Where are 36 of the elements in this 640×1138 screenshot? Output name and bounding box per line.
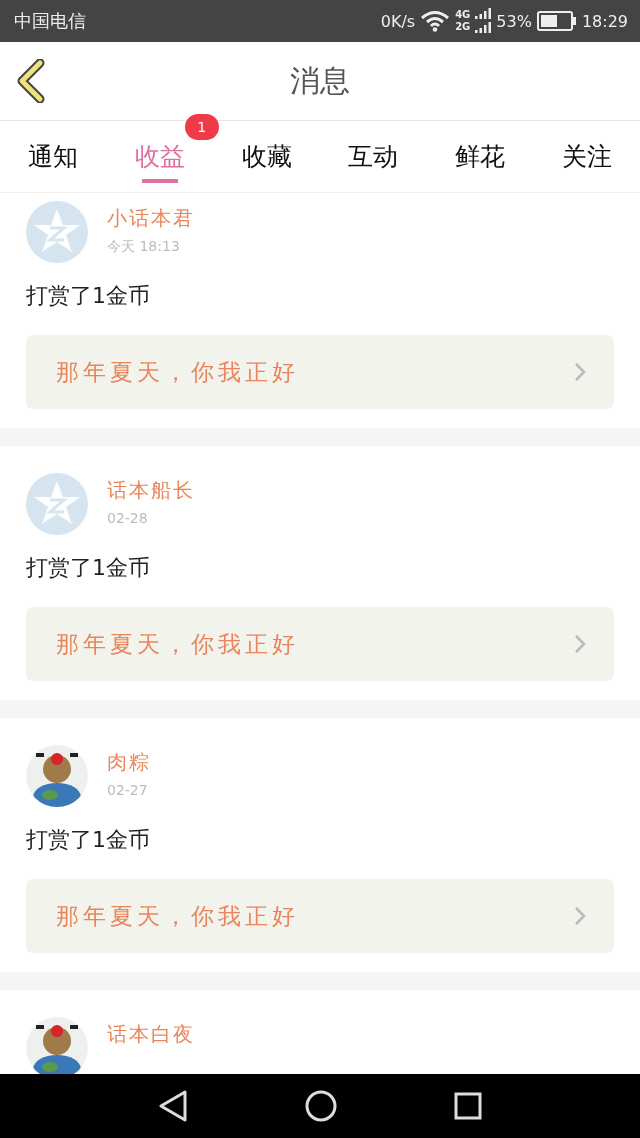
message-time: 02-27 <box>107 782 149 798</box>
tab[interactable]: 收藏 <box>241 121 292 192</box>
story-title: 那年夏天，你我正好 <box>56 901 299 931</box>
default-avatar-icon <box>26 201 88 263</box>
battery-icon <box>536 11 577 31</box>
user-name: 话本船长 <box>107 477 195 504</box>
message-time: 02-28 <box>107 510 149 526</box>
message-time: 今天 18:13 <box>107 238 181 256</box>
carrier-name: 中国电信 <box>14 9 86 33</box>
default-avatar-icon <box>26 473 88 535</box>
back-icon[interactable] <box>158 1090 189 1122</box>
tab[interactable]: 互动 <box>348 121 399 192</box>
recents-icon[interactable] <box>453 1092 482 1120</box>
page-title: 消息 <box>290 61 350 100</box>
chevron-right-icon <box>574 906 586 926</box>
chevron-right-icon <box>574 362 586 382</box>
user-name: 肉粽 <box>107 749 151 776</box>
message-text: 打赏了1金币 <box>26 282 151 310</box>
message-text: 打赏了1金币 <box>26 826 151 854</box>
battery-percent: 53% <box>496 11 532 31</box>
tab[interactable]: 关注 <box>561 121 612 192</box>
tab[interactable]: 通知 <box>28 121 79 192</box>
story-title: 那年夏天，你我正好 <box>56 357 299 387</box>
clock-time: 18:29 <box>581 11 628 31</box>
message-text: 打赏了1金币 <box>26 554 151 582</box>
signal-icon <box>475 8 492 34</box>
home-icon[interactable] <box>305 1090 337 1122</box>
network-type: 4G <box>455 9 471 21</box>
network-type: 2G <box>455 21 471 33</box>
user-name: 话本白夜 <box>107 1021 195 1048</box>
story-title: 那年夏天，你我正好 <box>56 629 299 659</box>
network-speed: 0K/s <box>380 11 416 31</box>
wifi-icon <box>420 10 451 32</box>
tab[interactable]: 鲜花 <box>455 121 505 192</box>
chevron-right-icon <box>574 634 586 654</box>
user-name: 小话本君 <box>107 205 195 232</box>
